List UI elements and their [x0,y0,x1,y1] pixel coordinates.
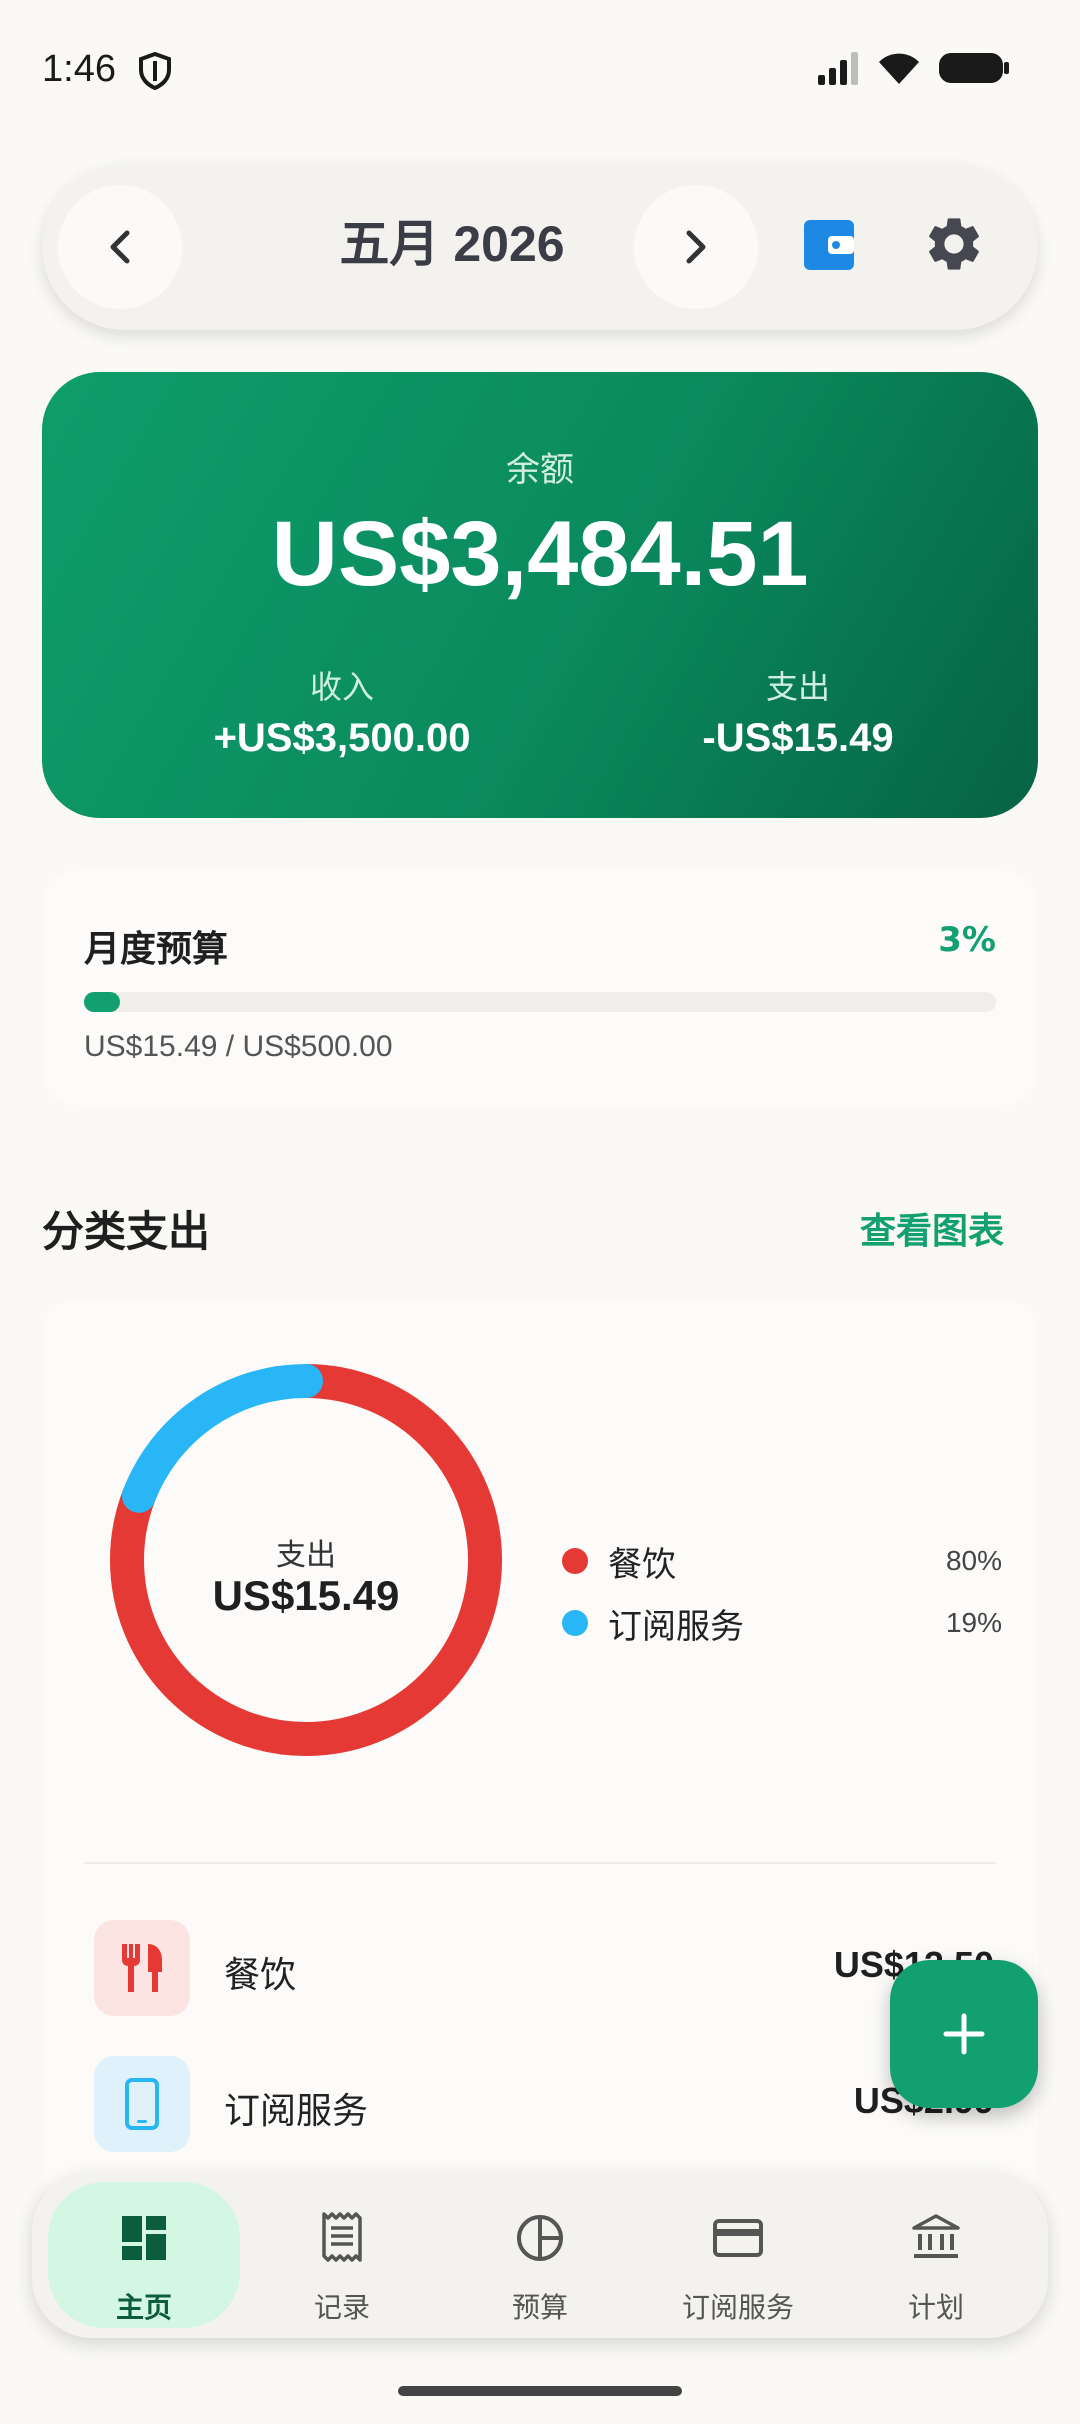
dashboard-icon [48,2210,240,2266]
category-section-title: 分类支出 [42,1207,211,1256]
donut-label: 支出 [276,1538,336,1573]
balance-card: 余额 US$3,484.51 收入 +US$3,500.00 支出 -US$15… [42,372,1038,818]
legend-name: 餐饮 [608,1544,676,1585]
battery-icon [939,53,1009,83]
income-block: 收入 +US$3,500.00 [142,662,542,761]
legend-percent: 80% [945,1545,1002,1576]
nav-label: 预算 [511,2291,568,2324]
chevron-left-icon [110,230,130,264]
chart-legend: 餐饮 80% 订阅服务 19% [562,1530,1002,1654]
nav-label: 计划 [907,2291,964,2324]
status-time: 1:46 [42,48,116,90]
expense-label: 支出 [765,668,830,706]
budget-percent: 3% [938,920,996,960]
view-chart-link[interactable]: 查看图表 [860,1202,1004,1254]
status-icons [816,50,1010,86]
wallet-icon [804,220,854,270]
legend-name: 订阅服务 [608,1606,744,1647]
monthly-budget-card[interactable]: 月度预算 3% US$15.49 / US$500.00 [42,870,1038,1106]
card-icon [642,2210,834,2266]
previous-month-button[interactable] [58,185,182,309]
next-month-button[interactable] [634,185,758,309]
nav-label: 主页 [115,2291,172,2324]
nav-item-subscriptions[interactable]: 订阅服务 [642,2182,834,2328]
month-selector: 五月 2026 [42,164,1038,330]
chevron-right-icon [686,230,706,264]
balance-value: US$3,484.51 [271,503,809,605]
category-row-subscriptions[interactable]: 订阅服务 US$2.99 [94,2056,994,2152]
income-value: +US$3,500.00 [213,716,471,760]
month-title[interactable]: 五月 2026 [242,204,662,276]
bank-icon [840,2210,1032,2266]
budget-progress-track [84,992,996,1012]
status-bar: 1:46 [0,0,1080,140]
legend-item: 餐饮 80% [562,1530,1002,1592]
wallet-button[interactable] [798,216,860,278]
wifi-icon [879,53,919,84]
shield-icon [138,51,172,94]
budget-progress-fill [84,992,121,1012]
legend-dot [562,1548,588,1574]
add-transaction-button[interactable] [890,1960,1038,2108]
category-name: 餐饮 [224,1955,297,1996]
nav-item-budget[interactable]: 预算 [444,2182,636,2328]
expense-value: -US$15.49 [702,716,894,760]
donut-center: 支出 US$15.49 [96,1350,516,1770]
income-label: 收入 [309,668,374,706]
signal-icon [818,52,858,85]
receipt-icon [246,2210,438,2266]
bottom-navigation: 主页 记录 预算 订阅服务 计划 [32,2172,1048,2338]
divider [84,1862,996,1864]
gear-icon [929,218,979,270]
budget-summary: US$15.49 / US$500.00 [84,1030,393,1063]
legend-percent: 19% [945,1607,1002,1638]
utensils-icon [94,1920,190,2016]
category-row-dining[interactable]: 餐饮 US$12.50 [94,1920,994,2016]
phone-icon [94,2056,190,2152]
category-spending-card: 支出 US$15.49 餐饮 80% 订阅服务 19% 餐饮 US$12.50 [42,1300,1038,2200]
home-indicator [398,2386,682,2396]
category-name: 订阅服务 [224,2091,369,2132]
budget-title: 月度预算 [84,929,229,970]
nav-label: 订阅服务 [681,2291,794,2324]
pie-icon [444,2210,636,2266]
nav-label: 记录 [313,2291,370,2324]
plus-icon [943,2013,985,2055]
nav-item-plans[interactable]: 计划 [840,2182,1032,2328]
legend-item: 订阅服务 19% [562,1592,1002,1654]
nav-item-home[interactable]: 主页 [48,2182,240,2328]
balance-label: 余额 [506,450,574,490]
spending-donut-chart: 支出 US$15.49 [96,1350,516,1770]
nav-item-records[interactable]: 记录 [246,2182,438,2328]
legend-dot [562,1610,588,1636]
expense-block: 支出 -US$15.49 [598,662,998,761]
settings-button[interactable] [922,212,986,280]
donut-value: US$15.49 [212,1572,400,1619]
